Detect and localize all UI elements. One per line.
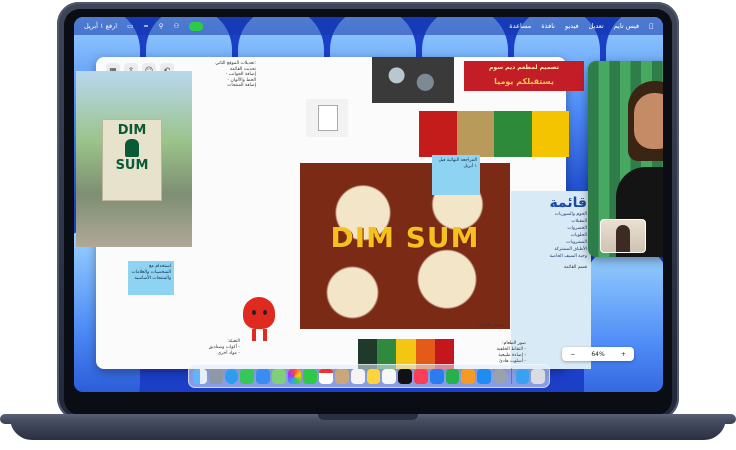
menu-item: الخضروات — [567, 226, 587, 231]
poster-text-bottom: SUM — [115, 158, 149, 173]
menu-item: وجبة الشيف الخاصة — [549, 254, 587, 259]
desktop-screen:  فيس تايم تعديل فيديو نافذة مساعدة ⚇ ⚲ … — [74, 17, 663, 392]
maps-icon[interactable] — [271, 368, 286, 384]
laptop-base — [10, 418, 726, 440]
bag-icon — [318, 105, 338, 131]
tile-noodles — [456, 111, 494, 157]
messages-icon[interactable] — [240, 368, 255, 384]
numbers-icon[interactable] — [445, 368, 460, 384]
mascot-eye — [252, 310, 256, 315]
poster-text-top: DIM — [117, 123, 147, 138]
keynote-icon[interactable] — [429, 368, 444, 384]
mascot-eye — [263, 310, 267, 315]
pages-icon[interactable] — [461, 368, 476, 384]
dock-separator — [510, 368, 512, 384]
contacts-icon[interactable] — [335, 368, 349, 384]
wifi-icon[interactable]: ≈ — [143, 22, 148, 30]
poster-mascot-icon — [125, 139, 139, 157]
downloads-icon[interactable] — [515, 368, 530, 384]
packaging-notes[interactable]: التعبئة: - أكواب وصناديق - مواد أخرى — [180, 339, 240, 357]
sticky-note-review[interactable]: المراجعة النهائية قبل ١ أبريل — [432, 155, 480, 195]
photos-icon[interactable] — [287, 368, 302, 384]
dock — [188, 364, 550, 388]
finder-icon[interactable] — [193, 368, 207, 384]
zoom-plus-button[interactable]: + — [621, 351, 626, 358]
mail-icon[interactable] — [256, 368, 270, 384]
bowls-photo[interactable] — [372, 57, 454, 103]
menubar-clock[interactable]: ارفع ١ أبريل — [84, 22, 117, 30]
launchpad-icon[interactable] — [208, 368, 223, 384]
reminders-icon[interactable] — [350, 368, 365, 384]
dim-sum-logo: DIM SUM — [330, 221, 480, 254]
menu-heading: قائمة — [549, 195, 587, 211]
notes-icon[interactable] — [366, 368, 381, 384]
tile-yellow — [531, 111, 569, 157]
mascot-leg — [263, 329, 267, 341]
banner-line-1: تصميم لمطعم ديم سوم — [489, 64, 559, 71]
menu-item: الأطباق المشتركة — [554, 247, 587, 252]
zoom-minus-button[interactable]: − — [570, 351, 575, 358]
tile-scallions — [494, 111, 532, 157]
dumpling-mascot[interactable] — [238, 297, 280, 343]
apple-menu-icon[interactable]:  — [649, 22, 653, 30]
menu-facetime[interactable]: فيس تايم — [614, 22, 639, 30]
bag-photo[interactable] — [306, 99, 348, 137]
menu-item: المقبلات — [571, 219, 587, 224]
self-view[interactable] — [600, 219, 646, 253]
laptop-hinge-notch — [318, 414, 418, 420]
menu-caption: قسم القائمة — [563, 265, 587, 270]
tile-red — [419, 111, 457, 157]
app-store-icon[interactable] — [477, 368, 491, 384]
tv-icon[interactable] — [398, 368, 412, 384]
battery-icon[interactable]: ▭ — [127, 22, 133, 30]
freeform-icon[interactable] — [382, 368, 397, 384]
menu-item: الحلويات — [570, 233, 587, 238]
banner-line-2: يستقبلكم يوميا — [494, 77, 554, 86]
food-photo-notes[interactable]: صور الطعام: - التقاط الخلفية - إضاءة طبي… — [470, 341, 526, 365]
menu-help[interactable]: مساعدة — [509, 22, 531, 30]
calendar-icon[interactable] — [319, 368, 334, 384]
note-line: - مواد أخرى — [217, 351, 240, 356]
mascot-leg — [252, 329, 256, 341]
control-center-icon[interactable]: ⚇ — [173, 22, 179, 30]
participant-face — [634, 93, 663, 149]
zoom-control: − 64% + — [562, 347, 634, 361]
menu-edit[interactable]: تعديل — [589, 22, 604, 30]
system-settings-icon[interactable] — [492, 368, 507, 384]
zoom-level[interactable]: 64% — [591, 351, 604, 358]
menu-item: المشروبات — [566, 240, 587, 245]
dim-sum-poster[interactable]: DIM SUM — [102, 119, 162, 201]
safari-icon[interactable] — [224, 368, 239, 384]
menu-item: الحوم والشوربات — [554, 212, 587, 217]
music-icon[interactable] — [413, 368, 428, 384]
facetime-status-icon[interactable] — [189, 21, 204, 31]
mascot-body — [243, 297, 275, 329]
facetime-window[interactable] — [588, 61, 663, 257]
facetime-icon[interactable] — [303, 368, 318, 384]
menu-window[interactable]: نافذة — [541, 22, 555, 30]
macbook:  فيس تايم تعديل فيديو نافذة مساعدة ⚇ ⚲ … — [0, 0, 736, 450]
menu-bar:  فيس تايم تعديل فيديو نافذة مساعدة ⚇ ⚲ … — [74, 17, 663, 35]
red-banner[interactable]: تصميم لمطعم ديم سوم يستقبلكم يوميا — [464, 61, 584, 91]
menu-video[interactable]: فيديو — [565, 22, 579, 30]
photo-caption: تصميم_الشعار_١ — [476, 322, 504, 327]
trash-icon[interactable] — [531, 368, 546, 384]
search-icon[interactable]: ⚲ — [159, 22, 164, 30]
pattern-tiles[interactable] — [419, 111, 569, 157]
self-view-person — [616, 225, 630, 252]
sticky-note-usage[interactable]: استخدام مع الشخصيات والعلامات والمنتجات … — [128, 261, 174, 295]
